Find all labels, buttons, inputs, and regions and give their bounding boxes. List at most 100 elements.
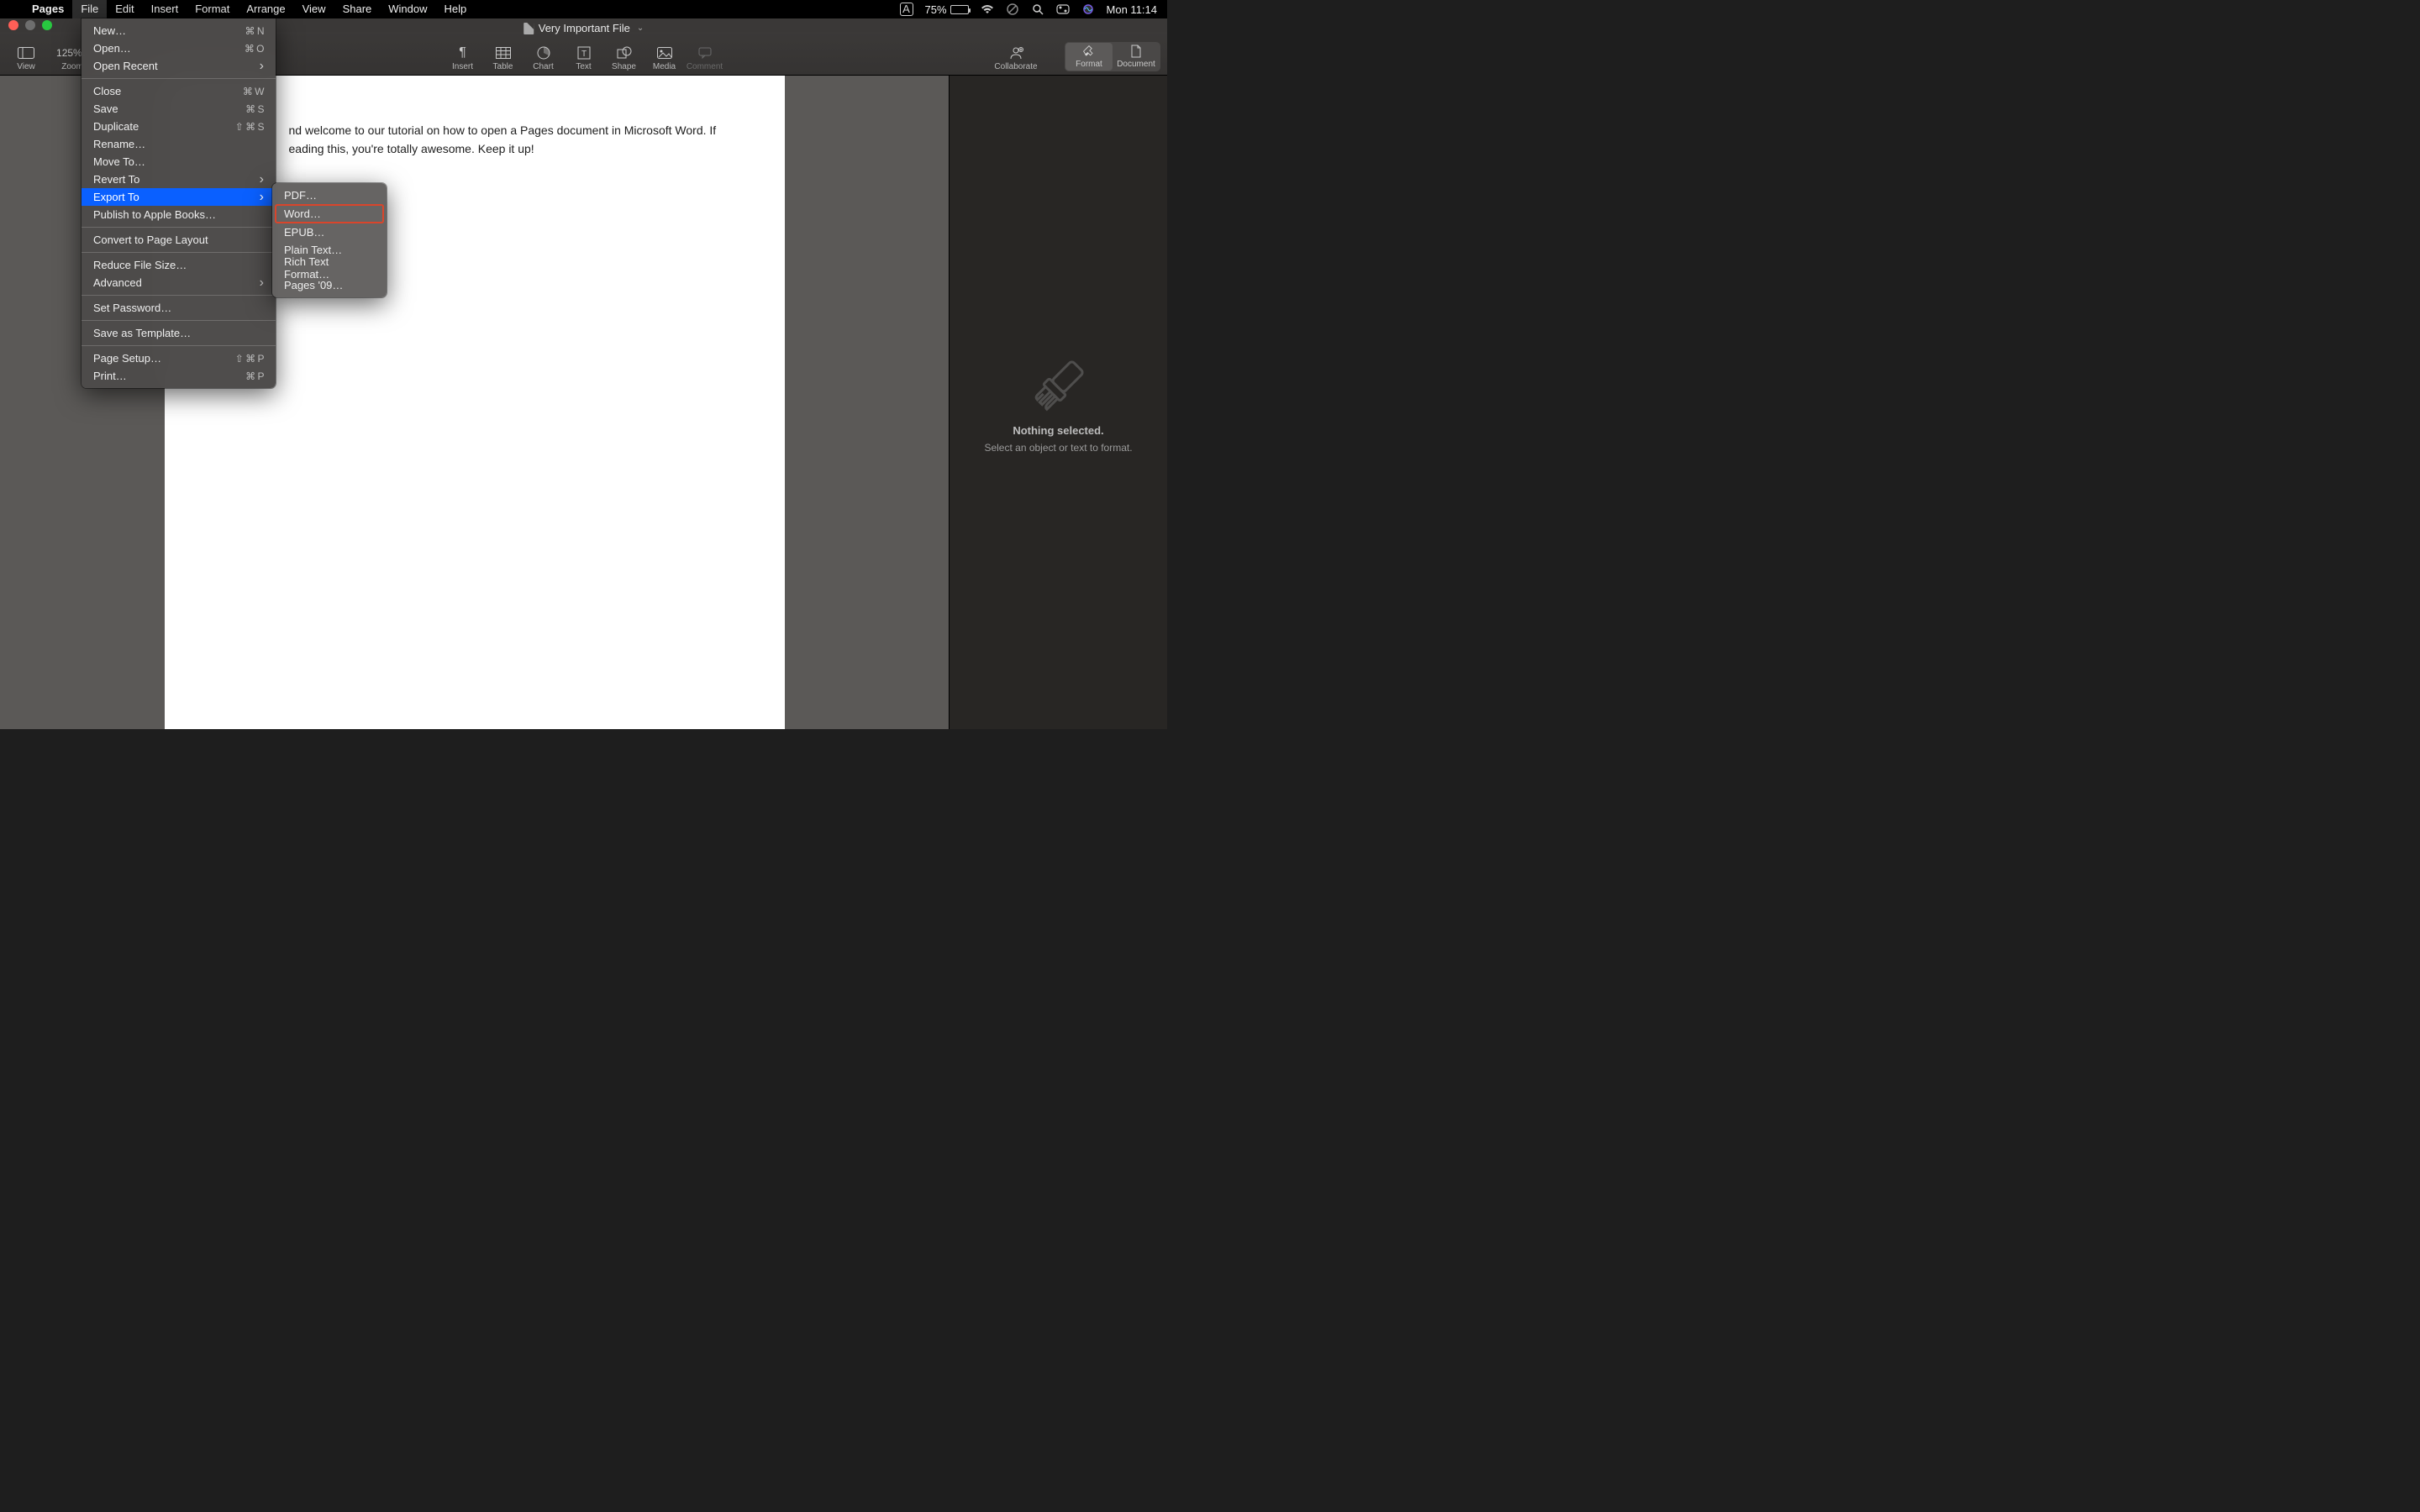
toolbar-text-label: Text bbox=[576, 62, 591, 71]
battery-status[interactable]: 75% bbox=[925, 3, 969, 16]
siri-icon[interactable] bbox=[1081, 3, 1095, 16]
macos-menubar: Pages File Edit Insert Format Arrange Vi… bbox=[0, 0, 1167, 18]
input-source-icon[interactable]: A bbox=[900, 3, 913, 16]
file-menu-dropdown: New…⌘ NOpen…⌘ O Open Recent Close⌘ W Save ⌘ … bbox=[82, 18, 276, 388]
file-menu-item[interactable]: New…⌘ N bbox=[82, 22, 276, 39]
toolbar-chart-label: Chart bbox=[533, 62, 553, 71]
menu-item-label: Word… bbox=[284, 207, 321, 220]
menu-item-label: Rich Text Format… bbox=[284, 255, 375, 281]
window-close-button[interactable] bbox=[8, 20, 18, 30]
file-menu-item[interactable]: Advanced bbox=[82, 274, 276, 291]
menu-item-label: Publish to Apple Books… bbox=[93, 208, 216, 221]
file-menu-item[interactable]: Page Setup…⇧ ⌘ P bbox=[82, 349, 276, 367]
inspector-placeholder-icon bbox=[1025, 352, 1092, 419]
export-to-submenu: PDF…Word…EPUB…Plain Text…Rich Text Forma… bbox=[272, 183, 387, 297]
menubar-item-window[interactable]: Window bbox=[380, 0, 435, 18]
shape-icon bbox=[617, 45, 632, 61]
file-menu-item[interactable]: Close⌘ W bbox=[82, 82, 276, 100]
menu-item-label: Move To… bbox=[93, 155, 145, 168]
window-minimize-button[interactable] bbox=[25, 20, 35, 30]
menubar-app-name[interactable]: Pages bbox=[24, 0, 72, 18]
menubar-clock[interactable]: Mon 11:14 bbox=[1107, 3, 1157, 16]
toolbar-chart-button[interactable]: Chart bbox=[524, 45, 563, 71]
document-text-line: eading this, you're totally awesome. Kee… bbox=[289, 141, 734, 156]
menu-item-label: Advanced bbox=[93, 276, 142, 289]
inspector-tab-format[interactable]: Format bbox=[1065, 43, 1113, 71]
toolbar-insert-button[interactable]: ¶ Insert bbox=[444, 45, 482, 71]
menubar-item-help[interactable]: Help bbox=[436, 0, 476, 18]
menubar-item-share[interactable]: Share bbox=[334, 0, 381, 18]
toolbar-collaborate-button[interactable]: Collaborate bbox=[991, 45, 1041, 71]
file-menu-item[interactable]: Export To bbox=[82, 188, 276, 206]
inspector-panel: Nothing selected. Select an object or te… bbox=[949, 76, 1167, 729]
export-submenu-item[interactable]: Word… bbox=[276, 205, 383, 223]
file-menu-item[interactable]: Rename… bbox=[82, 135, 276, 153]
menu-item-shortcut: ⇧ ⌘ P bbox=[235, 353, 264, 365]
inspector-empty-subtitle: Select an object or text to format. bbox=[984, 442, 1132, 454]
inspector-tab-segment: Format Document bbox=[1065, 42, 1160, 71]
menu-item-shortcut: ⌘ S bbox=[245, 103, 264, 115]
file-menu-item[interactable]: Set Password… bbox=[82, 299, 276, 317]
menubar-item-edit[interactable]: Edit bbox=[107, 0, 142, 18]
menu-separator bbox=[82, 295, 276, 296]
file-menu-item[interactable]: Print…⌘ P bbox=[82, 367, 276, 385]
chevron-right-icon bbox=[260, 60, 264, 72]
menubar-item-file[interactable]: File bbox=[72, 0, 107, 18]
spotlight-icon[interactable] bbox=[1031, 3, 1044, 16]
menu-item-label: Open Recent bbox=[93, 60, 158, 72]
menu-item-shortcut: ⌘ O bbox=[245, 43, 264, 55]
chevron-down-icon: ⌄ bbox=[637, 24, 644, 33]
chevron-right-icon bbox=[260, 173, 264, 186]
export-submenu-item[interactable]: Rich Text Format… bbox=[272, 259, 387, 276]
menubar-item-arrange[interactable]: Arrange bbox=[238, 0, 293, 18]
app-menu: Pages File Edit Insert Format Arrange Vi… bbox=[24, 0, 475, 18]
menu-item-shortcut: ⌘ P bbox=[245, 370, 264, 382]
window-zoom-button[interactable] bbox=[42, 20, 52, 30]
menu-item-label: Duplicate bbox=[93, 120, 139, 133]
menubar-item-format[interactable]: Format bbox=[187, 0, 238, 18]
menu-separator bbox=[82, 227, 276, 228]
menu-separator bbox=[82, 320, 276, 321]
menu-item-label: Save as Template… bbox=[93, 327, 191, 339]
menu-item-shortcut: ⌘ W bbox=[243, 86, 264, 97]
menu-item-label: EPUB… bbox=[284, 226, 324, 239]
inspector-tab-document[interactable]: Document bbox=[1113, 43, 1160, 71]
pilcrow-icon: ¶ bbox=[459, 45, 466, 61]
file-menu-item[interactable]: Duplicate⇧ ⌘ S bbox=[82, 118, 276, 135]
export-submenu-item[interactable]: EPUB… bbox=[272, 223, 387, 241]
window-traffic-lights bbox=[8, 20, 52, 30]
chevron-right-icon bbox=[260, 276, 264, 289]
file-menu-item[interactable]: Revert To bbox=[82, 171, 276, 188]
file-menu-item[interactable]: Reduce File Size… bbox=[82, 256, 276, 274]
toolbar-insert-label: Insert bbox=[452, 62, 473, 71]
file-menu-item[interactable]: Convert to Page Layout bbox=[82, 231, 276, 249]
file-menu-item[interactable]: Publish to Apple Books… bbox=[82, 206, 276, 223]
toolbar-shape-button[interactable]: Shape bbox=[605, 45, 644, 71]
toolbar-shape-label: Shape bbox=[612, 62, 636, 71]
menubar-item-view[interactable]: View bbox=[294, 0, 334, 18]
menu-separator bbox=[82, 78, 276, 79]
document-title[interactable]: Very Important File ⌄ bbox=[523, 22, 644, 34]
inspector-tab-format-label: Format bbox=[1076, 60, 1102, 69]
toolbar-media-button[interactable]: Media bbox=[645, 45, 684, 71]
do-not-disturb-icon[interactable] bbox=[1006, 3, 1019, 16]
export-submenu-item[interactable]: PDF… bbox=[272, 186, 387, 204]
file-menu-item[interactable]: Open…⌘ O bbox=[82, 39, 276, 57]
file-menu-item[interactable]: Save ⌘ S bbox=[82, 100, 276, 118]
menu-item-label: Revert To bbox=[93, 173, 139, 186]
file-menu-item[interactable]: Move To… bbox=[82, 153, 276, 171]
toolbar-table-button[interactable]: Table bbox=[484, 45, 523, 71]
menubar-item-insert[interactable]: Insert bbox=[143, 0, 187, 18]
wifi-icon[interactable] bbox=[981, 3, 994, 16]
toolbar-collaborate-label: Collaborate bbox=[994, 62, 1037, 71]
document-icon bbox=[1131, 45, 1141, 60]
menu-item-label: Save bbox=[93, 102, 118, 115]
table-icon bbox=[496, 45, 511, 61]
file-menu-item[interactable]: Save as Template… bbox=[82, 324, 276, 342]
toolbar-text-button[interactable]: T Text bbox=[565, 45, 603, 71]
file-menu-item[interactable]: Open Recent bbox=[82, 57, 276, 75]
document-icon bbox=[523, 23, 534, 34]
control-center-icon[interactable] bbox=[1056, 3, 1070, 16]
chart-icon bbox=[537, 45, 550, 61]
toolbar-view-button[interactable]: View bbox=[7, 45, 45, 71]
